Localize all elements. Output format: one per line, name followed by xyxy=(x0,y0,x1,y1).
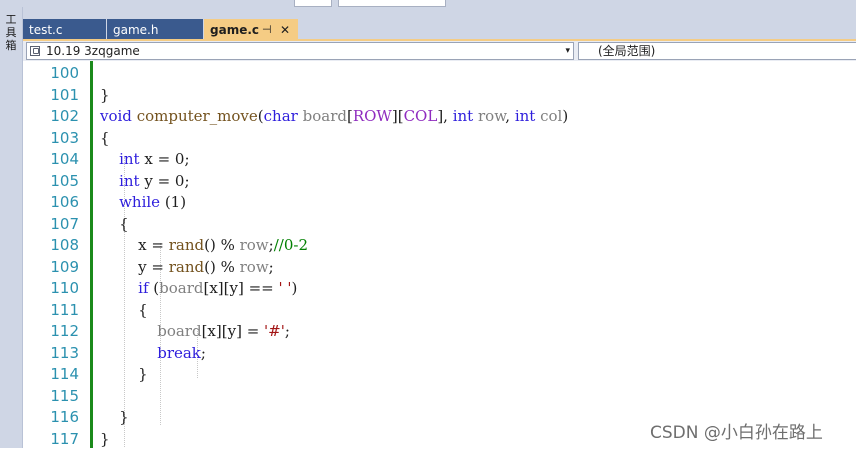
project-dropdown-value: 10.19 3zqgame xyxy=(46,43,140,59)
close-icon[interactable]: ✕ xyxy=(280,19,290,41)
code-text: x = rand() % row;//0-2 xyxy=(100,235,308,257)
tab-label: game.c xyxy=(210,23,259,37)
tab-label: test.c xyxy=(29,23,62,37)
navigation-bar: 10.19 3zqgame ▾ (全局范围) xyxy=(23,41,856,61)
top-toolbar-strip xyxy=(0,0,856,7)
code-line[interactable]: 115 xyxy=(23,386,856,408)
tab-test-c[interactable]: test.c xyxy=(23,19,106,41)
line-number: 109 xyxy=(23,257,79,279)
chevron-down-icon[interactable]: ▾ xyxy=(565,43,570,59)
code-line[interactable]: 112 board[x][y] = '#'; xyxy=(23,321,856,343)
code-text: if (board[x][y] == ' ') xyxy=(100,278,297,300)
tab-game-c[interactable]: game.c ⊣ ✕ xyxy=(204,19,298,41)
code-line[interactable]: 109 y = rand() % row; xyxy=(23,257,856,279)
code-text: } xyxy=(100,407,129,429)
code-line[interactable]: 111 { xyxy=(23,300,856,322)
code-text: { xyxy=(100,214,129,236)
code-text: while (1) xyxy=(100,192,186,214)
toolbox-strip[interactable]: 工具箱 xyxy=(0,7,23,448)
line-number: 107 xyxy=(23,214,79,236)
code-text: board[x][y] = '#'; xyxy=(100,321,290,343)
code-line[interactable]: 107 { xyxy=(23,214,856,236)
line-number: 102 xyxy=(23,106,79,128)
line-number: 112 xyxy=(23,321,79,343)
code-text: } xyxy=(100,429,110,450)
document-tab-bar: test.c game.h game.c ⊣ ✕ xyxy=(23,7,856,40)
tab-label: game.h xyxy=(113,23,158,37)
tab-game-h[interactable]: game.h xyxy=(107,19,203,41)
line-number: 113 xyxy=(23,343,79,365)
line-number: 104 xyxy=(23,149,79,171)
line-number: 105 xyxy=(23,171,79,193)
line-number: 116 xyxy=(23,407,79,429)
pin-icon[interactable]: ⊣ xyxy=(262,19,272,41)
code-text: } xyxy=(100,85,110,107)
code-text: int x = 0; xyxy=(100,149,190,171)
line-number: 101 xyxy=(23,85,79,107)
line-number: 117 xyxy=(23,429,79,450)
project-dropdown[interactable]: 10.19 3zqgame ▾ xyxy=(26,42,574,60)
code-text: int y = 0; xyxy=(100,171,190,193)
scope-dropdown-value: (全局范围) xyxy=(598,43,655,59)
line-number: 103 xyxy=(23,128,79,150)
watermark: CSDN @小白孙在路上 xyxy=(650,418,823,443)
line-number: 100 xyxy=(23,63,79,85)
line-number: 106 xyxy=(23,192,79,214)
code-line[interactable]: 113 break; xyxy=(23,343,856,365)
code-text: { xyxy=(100,300,148,322)
code-line[interactable]: 106 while (1) xyxy=(23,192,856,214)
project-icon xyxy=(30,46,40,56)
code-line[interactable]: 104 int x = 0; xyxy=(23,149,856,171)
line-number: 111 xyxy=(23,300,79,322)
toolbox-label[interactable]: 工具箱 xyxy=(3,13,19,52)
code-editor[interactable]: 100101}102void computer_move(char board[… xyxy=(23,61,856,448)
line-number: 114 xyxy=(23,364,79,386)
code-line[interactable]: 101} xyxy=(23,85,856,107)
code-line[interactable]: 108 x = rand() % row;//0-2 xyxy=(23,235,856,257)
code-line[interactable]: 110 if (board[x][y] == ' ') xyxy=(23,278,856,300)
toolbar-combo-stub[interactable] xyxy=(338,0,446,7)
code-line[interactable]: 100 xyxy=(23,63,856,85)
code-text: { xyxy=(100,128,110,150)
code-text: y = rand() % row; xyxy=(100,257,274,279)
line-number: 115 xyxy=(23,386,79,408)
line-number: 108 xyxy=(23,235,79,257)
scope-dropdown[interactable]: (全局范围) xyxy=(578,42,856,60)
code-line[interactable]: 114 } xyxy=(23,364,856,386)
code-text: break; xyxy=(100,343,206,365)
toolbar-combo-stub[interactable] xyxy=(294,0,332,7)
line-number: 110 xyxy=(23,278,79,300)
code-line[interactable]: 102 void computer_move(char board[ROW][CO… xyxy=(23,106,856,128)
code-line[interactable]: 103 { xyxy=(23,128,856,150)
code-line[interactable]: 105 int y = 0; xyxy=(23,171,856,193)
code-text: void computer_move(char board[ROW][COL],… xyxy=(100,106,568,128)
code-text: } xyxy=(100,364,148,386)
